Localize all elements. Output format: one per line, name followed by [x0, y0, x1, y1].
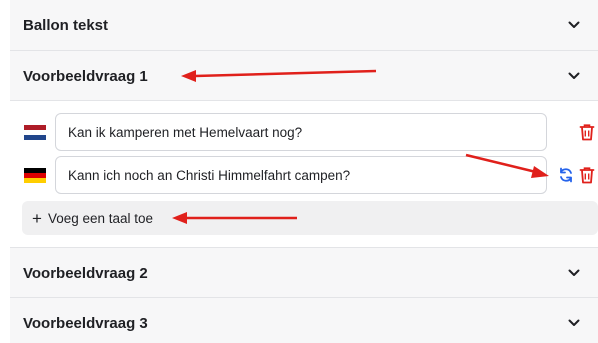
chevron-down-icon: [568, 72, 580, 79]
section-title: Ballon tekst: [23, 16, 109, 34]
add-language-label: Voeg een taal toe: [47, 210, 154, 226]
de-flag-icon: [24, 168, 46, 183]
delete-icon[interactable]: [579, 166, 595, 184]
nl-flag-icon: [24, 125, 46, 140]
translation-input-de[interactable]: [55, 156, 547, 194]
accordion-header-voorbeeldvraag-2[interactable]: Voorbeeldvraag 2: [10, 249, 598, 297]
translation-row-de: [10, 156, 598, 194]
chevron-down-icon: [568, 21, 580, 28]
chevron-down-icon: [568, 319, 580, 326]
section-title: Voorbeeldvraag 3: [23, 314, 148, 332]
refresh-translation-icon[interactable]: [558, 166, 574, 184]
section-title: Voorbeeldvraag 2: [23, 264, 148, 282]
accordion-header-voorbeeldvraag-3[interactable]: Voorbeeldvraag 3: [10, 299, 598, 343]
divider: [10, 50, 598, 51]
accordion-body-voorbeeldvraag-1: + Voeg een taal toe: [10, 101, 598, 247]
accordion-header-ballon-tekst[interactable]: Ballon tekst: [10, 0, 598, 50]
faq-panel: Ballon tekst Voorbeeldvraag 1 Kan ik kam…: [10, 0, 598, 343]
chevron-down-icon: [568, 269, 580, 276]
plus-icon: +: [32, 208, 42, 228]
add-language-button[interactable]: + Voeg een taal toe: [22, 201, 598, 235]
divider: [10, 297, 598, 298]
translation-input-nl[interactable]: [55, 113, 547, 151]
accordion-header-voorbeeldvraag-1[interactable]: Voorbeeldvraag 1: [10, 52, 598, 100]
divider: [10, 247, 598, 248]
delete-icon[interactable]: [579, 123, 595, 141]
translation-row-nl: [10, 113, 598, 151]
section-title: Voorbeeldvraag 1: [23, 67, 148, 85]
